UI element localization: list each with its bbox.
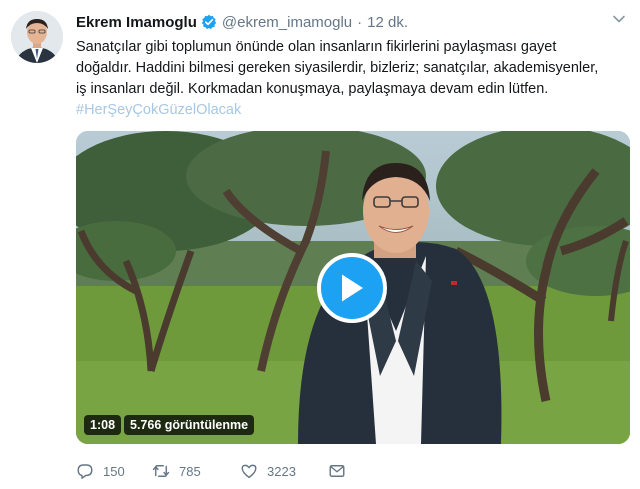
reply-count: 150 xyxy=(103,463,125,479)
tweet-text-line: doğaldır. Haddini bilmesi gereken siyasi… xyxy=(76,60,599,76)
tweet-header: Ekrem Imamoglu @ekrem_imamoglu · 12 dk. xyxy=(76,11,408,33)
view-count-badge: 5.766 görüntülenme xyxy=(124,415,255,435)
reply-button[interactable]: 150 xyxy=(76,462,152,480)
heart-icon xyxy=(241,464,257,479)
play-icon xyxy=(342,274,363,302)
reply-icon xyxy=(77,464,93,479)
direct-message-button[interactable] xyxy=(328,462,346,480)
hashtag-link[interactable]: #HerŞeyÇokGüzelOlacak xyxy=(76,100,241,121)
tweet-card[interactable]: Ekrem Imamoglu @ekrem_imamoglu · 12 dk. … xyxy=(0,0,640,489)
video-duration-badge: 1:08 xyxy=(84,415,122,435)
avatar[interactable] xyxy=(11,11,63,63)
author-handle[interactable]: @ekrem_imamoglu xyxy=(222,14,352,31)
like-count: 3223 xyxy=(267,463,296,479)
retweet-button[interactable]: 785 xyxy=(152,462,240,480)
retweet-icon xyxy=(152,465,170,477)
tweet-text-line: Sanatçılar gibi toplumun önünde olan ins… xyxy=(76,39,557,55)
chevron-down-icon[interactable] xyxy=(612,12,626,26)
tweet-timestamp[interactable]: 12 dk. xyxy=(367,14,408,31)
tweet-actions: 150 785 3223 xyxy=(76,460,346,482)
video-player[interactable]: 1:08 5.766 görüntülenme xyxy=(76,131,630,444)
author-name[interactable]: Ekrem Imamoglu xyxy=(76,14,197,31)
separator-dot: · xyxy=(357,13,363,31)
like-button[interactable]: 3223 xyxy=(240,462,328,480)
retweet-count: 785 xyxy=(179,463,201,479)
tweet-text: Sanatçılar gibi toplumun önünde olan ins… xyxy=(76,37,631,100)
tweet-text-line: iş insanları değil. Korkmadan konuşmaya,… xyxy=(76,81,549,97)
play-button[interactable] xyxy=(317,253,387,323)
envelope-icon xyxy=(329,465,345,477)
verified-badge-icon xyxy=(201,14,217,30)
